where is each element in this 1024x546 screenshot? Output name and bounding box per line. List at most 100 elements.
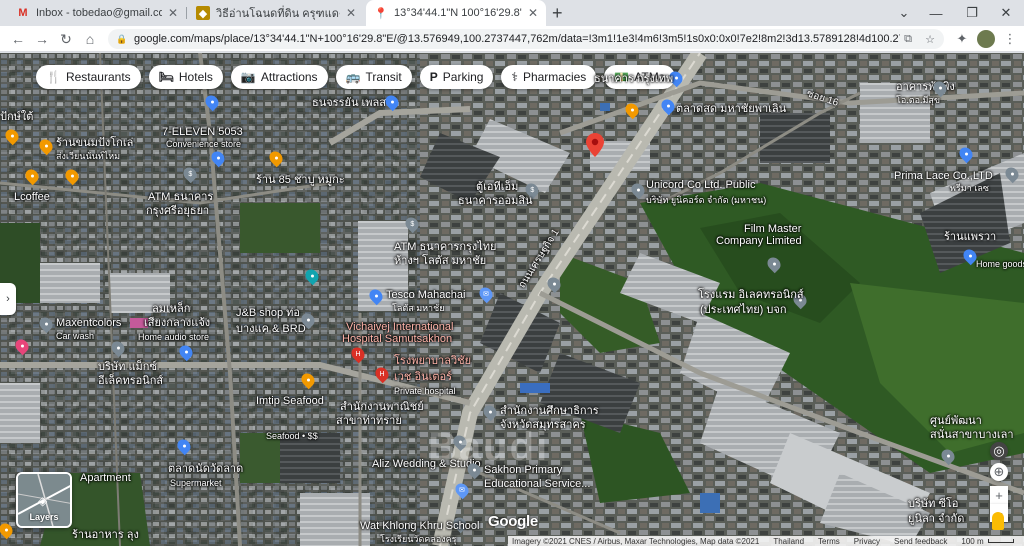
place-label[interactable]: ATM ธนาคาร [148, 191, 213, 203]
place-label[interactable]: Maxentcolors [56, 317, 121, 329]
place-label[interactable]: สำนักงานพาณิชย์ [340, 401, 424, 413]
place-label[interactable]: สำนักงานศึกษาธิการ [500, 405, 599, 417]
home-button[interactable]: ⌂ [80, 29, 100, 49]
place-label[interactable]: Imtip Seafood [256, 395, 324, 407]
place-sublabel: พรีมา เลซ [950, 183, 989, 193]
tab-title: 13°34'44.1"N 100°16'29.8"E - Go [394, 7, 522, 19]
place-label[interactable]: J&B shop ท่อ [236, 307, 300, 319]
chip-hotels[interactable]: 🛏 Hotels [148, 65, 223, 89]
minimize-button[interactable]: — [916, 0, 956, 26]
expand-side-panel-button[interactable]: › [0, 283, 16, 315]
place-label[interactable]: ธนาคาร กรุงเทพ [594, 73, 673, 85]
tab-google-maps[interactable]: 📍 13°34'44.1"N 100°16'29.8"E - Go ✕ [366, 0, 546, 26]
place-sublabel: สาขาท่าทราย [336, 415, 402, 427]
place-sublabel: ห้างฯ โลตัส มหาชัย [394, 255, 487, 267]
place-label[interactable]: ATM ธนาคารกรุงไทย [394, 241, 496, 253]
place-sublabel: โอ.ตอ.มีสุข [896, 95, 941, 105]
layers-stack-icon: ◈ [38, 494, 48, 508]
place-label[interactable]: ตลาดสด มหาชัยพาเลิน [676, 103, 786, 115]
place-label[interactable]: ตู้เอทีเอ็ม [476, 181, 518, 193]
chip-pharmacies[interactable]: ⚕ Pharmacies [501, 65, 597, 89]
place-sublabel: Home goods [976, 259, 1024, 269]
camera-icon: 📷 [240, 70, 256, 84]
place-label[interactable]: โรงพยาบาลวิชัย [394, 355, 471, 367]
bus-icon: 🚌 [345, 70, 361, 84]
back-button[interactable]: ← [8, 29, 28, 49]
parking-icon: P [429, 70, 438, 84]
place-sublabel: (ประเทศไทย) บจก [700, 304, 787, 316]
place-label[interactable]: ร้าน 85 ชาบู หมูกะ [256, 174, 345, 186]
satellite-map[interactable]: 🍴 Restaurants 🛏 Hotels 📷 Attractions 🚌 Trans… [0, 53, 1024, 546]
place-label[interactable]: ธนจรรยัน เพลส [312, 97, 386, 109]
place-label[interactable]: ร้านขนมปังโกเล่ [56, 137, 133, 149]
close-icon[interactable]: ✕ [168, 6, 178, 20]
place-label[interactable]: โรงแรม อิเลคทรอนิกส์ [698, 289, 804, 301]
place-label[interactable]: Film Master [744, 223, 801, 235]
place-sublabel: Supermarket [170, 478, 222, 488]
close-icon[interactable]: ✕ [528, 6, 538, 20]
chip-transit[interactable]: 🚌 Transit [335, 65, 412, 89]
send-feedback-link[interactable]: Send feedback [894, 537, 947, 546]
profile-avatar[interactable] [976, 29, 996, 49]
gps-pin-icon[interactable]: ◎ [990, 442, 1008, 460]
reload-button[interactable]: ↻ [56, 29, 76, 49]
lock-icon: 🔒 [116, 34, 128, 44]
place-sublabel: โรงเรียนวัดคลองครุ [380, 534, 457, 544]
place-sublabel: Seafood • $$ [266, 431, 318, 441]
selected-location-pin-icon[interactable] [586, 133, 604, 157]
place-label[interactable]: Vichaivej International [346, 321, 453, 333]
privacy-link[interactable]: Privacy [854, 537, 880, 546]
install-icon[interactable]: ⧉ [900, 33, 916, 46]
place-category: Private hospital [394, 386, 456, 396]
tab-gmail[interactable]: M Inbox - tobedao@gmail.com - Gr ✕ [8, 0, 186, 26]
chip-parking[interactable]: P Parking [419, 65, 494, 89]
extensions-icon[interactable]: ✦ [952, 29, 972, 49]
new-tab-button[interactable]: + [552, 3, 563, 24]
forward-button[interactable]: → [32, 29, 52, 49]
close-icon[interactable]: ✕ [346, 6, 356, 20]
tab-land-deed[interactable]: ◆ วิธีอ่านโฉนดที่ดิน ครุฑแดง แบบง่ายๆ ค … [188, 0, 364, 26]
tab-strip: M Inbox - tobedao@gmail.com - Gr ✕ ◆ วิธ… [0, 0, 1024, 26]
street-view-pegman-icon[interactable] [992, 512, 1004, 530]
place-sublabel: ธนาคารออมสิน [458, 195, 533, 207]
terms-link[interactable]: Terms [818, 537, 840, 546]
place-sublabel: อีเล็คทรอนิกส์ [98, 375, 164, 387]
place-label[interactable]: ตลาดนัดวัดลาด [168, 463, 243, 475]
close-window-button[interactable]: ✕ [986, 0, 1024, 26]
place-label[interactable]: 7-ELEVEN 5053 [162, 126, 243, 138]
country-link[interactable]: Thailand [773, 537, 804, 546]
my-location-button[interactable]: ⊕ [990, 463, 1008, 481]
place-label[interactable]: ศูนย์พัฒนา [930, 415, 982, 427]
place-label[interactable]: Lcoffee [14, 191, 50, 203]
place-label[interactable]: Apartment [80, 472, 131, 484]
menu-icon[interactable]: ⋮ [1000, 29, 1020, 49]
tab-title: Inbox - tobedao@gmail.com - Gr [36, 7, 162, 19]
scale-bar [987, 539, 1014, 543]
place-label[interactable]: Unicord Co Ltd. Public [646, 179, 755, 191]
place-label[interactable]: ลมเหล็ก [152, 303, 190, 315]
place-sublabel: ส่งเวียนนันท์ไหม [56, 151, 121, 161]
place-sublabel: Convenience store [166, 139, 242, 149]
bookmark-star-icon[interactable]: ☆ [922, 33, 938, 46]
chip-attractions[interactable]: 📷 Attractions [230, 65, 328, 89]
chip-restaurants[interactable]: 🍴 Restaurants [36, 65, 141, 89]
chevron-right-icon: › [6, 293, 10, 305]
site-icon: ◆ [196, 6, 210, 20]
layers-label: Layers [29, 512, 59, 522]
place-label[interactable]: บริษัท ซีโอ [908, 498, 958, 510]
place-label[interactable]: Prima Lace Co.,LTD [894, 170, 993, 182]
place-label[interactable]: บริษัท แม็กซ์ [98, 361, 157, 373]
layers-button[interactable]: ◈ Layers [16, 472, 72, 528]
place-label[interactable]: ร้านแพรวา [944, 231, 996, 243]
url-text: google.com/maps/place/13°34'44.1"N+100°1… [134, 33, 900, 45]
tab-title: วิธีอ่านโฉนดที่ดิน ครุฑแดง แบบง่ายๆ ค [216, 8, 340, 20]
address-bar[interactable]: 🔒 google.com/maps/place/13°34'44.1"N+100… [108, 29, 944, 49]
place-label[interactable]: ร้านอาหาร ลุง [72, 529, 139, 541]
scale-indicator[interactable]: 100 m [961, 537, 1014, 546]
place-label[interactable]: Wat Khlong Khru School [360, 520, 479, 532]
gmail-icon: M [18, 7, 28, 19]
place-sublabel: กรุงศรีอยุธยา [146, 205, 210, 217]
place-label[interactable]: Tesco Mahachai [386, 289, 466, 301]
place-label[interactable]: ปักษ์ใต้ [0, 111, 33, 123]
zoom-in-button[interactable]: + [990, 486, 1008, 504]
